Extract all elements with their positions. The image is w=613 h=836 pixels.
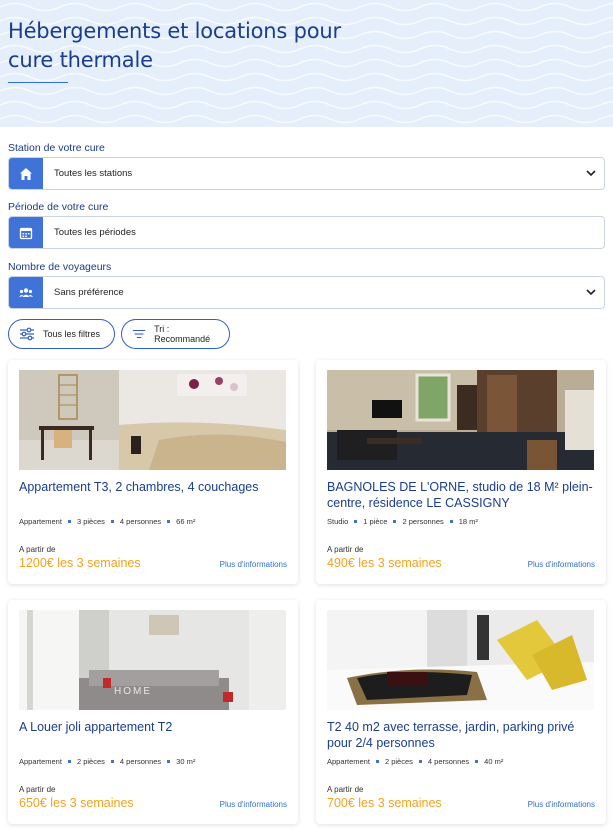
listing-people: 4 personnes [427, 757, 470, 766]
more-info-link[interactable]: Plus d'informations [528, 560, 595, 569]
period-value: Toutes les périodes [54, 227, 136, 238]
listing-specs: Appartement 3 pièces 4 personnes 66 m² [19, 517, 195, 526]
listing-area: 30 m² [176, 757, 196, 766]
listing-title[interactable]: BAGNOLES DE L'ORNE, studio de 18 M² plei… [327, 479, 602, 511]
price-from-label: A partir de [19, 545, 56, 554]
listing-photo[interactable]: HOME [19, 610, 286, 710]
house-icon [9, 158, 43, 189]
sliders-icon [20, 327, 34, 341]
title-underline [8, 82, 68, 83]
listing-price: 700€ les 3 semaines [327, 796, 442, 810]
bullet [393, 520, 397, 524]
station-value: Toutes les stations [54, 168, 133, 179]
bullet [110, 520, 114, 524]
sort-icon [132, 329, 146, 339]
sort-label: Tri : Recommandé [154, 324, 211, 344]
chevron-down-icon [586, 289, 596, 296]
travelers-value: Sans préférence [54, 287, 124, 298]
more-info-link[interactable]: Plus d'informations [220, 560, 287, 569]
listing-rooms: 3 pièces [76, 517, 105, 526]
listing-photo[interactable] [327, 370, 594, 470]
people-icon [9, 277, 43, 308]
page-title-line1: Hébergements et locations pour [8, 19, 341, 43]
more-info-link[interactable]: Plus d'informations [220, 800, 287, 809]
page-header: Hébergements et locations pour cure ther… [0, 0, 613, 127]
listing-rooms: 2 pièces [76, 757, 105, 766]
bullet [475, 760, 479, 764]
listing-specs: Appartement 2 pièces 4 personnes 40 m² [327, 757, 503, 766]
listing-type: Studio [327, 517, 349, 526]
listing-rooms: 1 pièce [363, 517, 388, 526]
listing-card[interactable]: Appartement T3, 2 chambres, 4 couchages … [8, 360, 298, 584]
bullet [67, 520, 71, 524]
listing-price: 650€ les 3 semaines [19, 796, 134, 810]
bullet [418, 760, 422, 764]
listing-card[interactable]: BAGNOLES DE L'ORNE, studio de 18 M² plei… [316, 360, 606, 584]
listing-card[interactable]: HOME A Louer joli appartement T2 Apparte… [8, 600, 298, 824]
listing-people: 2 personnes [402, 517, 444, 526]
station-select[interactable]: Toutes les stations [8, 157, 605, 190]
page-title-line2: cure thermale [8, 48, 153, 72]
bullet [167, 760, 171, 764]
all-filters-button[interactable]: Tous les filtres [8, 319, 115, 349]
bullet [449, 520, 453, 524]
all-filters-label: Tous les filtres [43, 329, 101, 339]
more-info-link[interactable]: Plus d'informations [528, 800, 595, 809]
listing-card[interactable]: T2 40 m2 avec terrasse, jardin, parking … [316, 600, 606, 824]
price-from-label: A partir de [327, 785, 364, 794]
listing-specs: Appartement 2 pièces 4 personnes 30 m² [19, 757, 195, 766]
station-label: Station de votre cure [8, 142, 105, 154]
listing-area: 40 m² [484, 757, 504, 766]
travelers-select[interactable]: Sans préférence [8, 276, 605, 309]
price-from-label: A partir de [19, 785, 56, 794]
bullet [167, 520, 171, 524]
listing-type: Appartement [327, 757, 370, 766]
svg-text:HOME: HOME [114, 686, 152, 697]
listing-photo[interactable] [19, 370, 286, 470]
listing-price: 1200€ les 3 semaines [19, 556, 141, 570]
listing-photo[interactable] [327, 610, 594, 710]
listing-rooms: 2 pièces [384, 757, 413, 766]
bullet [67, 760, 71, 764]
travelers-label: Nombre de voyageurs [8, 261, 112, 273]
price-from-label: A partir de [327, 545, 364, 554]
listing-type: Appartement [19, 757, 62, 766]
bullet [110, 760, 114, 764]
sort-button[interactable]: Tri : Recommandé [121, 319, 230, 349]
period-input[interactable]: Toutes les périodes [8, 216, 605, 249]
listing-area: 18 m² [458, 517, 478, 526]
listing-type: Appartement [19, 517, 62, 526]
listing-people: 4 personnes [119, 517, 162, 526]
bullet [375, 760, 379, 764]
calendar-icon [9, 217, 43, 248]
listing-specs: Studio 1 pièce 2 personnes 18 m² [327, 517, 478, 526]
listing-title[interactable]: Appartement T3, 2 chambres, 4 couchages [19, 479, 294, 495]
listing-price: 490€ les 3 semaines [327, 556, 442, 570]
page-title: Hébergements et locations pour cure ther… [8, 17, 428, 75]
bullet [354, 520, 358, 524]
listing-title[interactable]: T2 40 m2 avec terrasse, jardin, parking … [327, 719, 602, 751]
chevron-down-icon [586, 170, 596, 177]
listing-area: 66 m² [176, 517, 196, 526]
period-label: Période de votre cure [8, 201, 109, 213]
listing-people: 4 personnes [119, 757, 162, 766]
listing-title[interactable]: A Louer joli appartement T2 [19, 719, 294, 735]
